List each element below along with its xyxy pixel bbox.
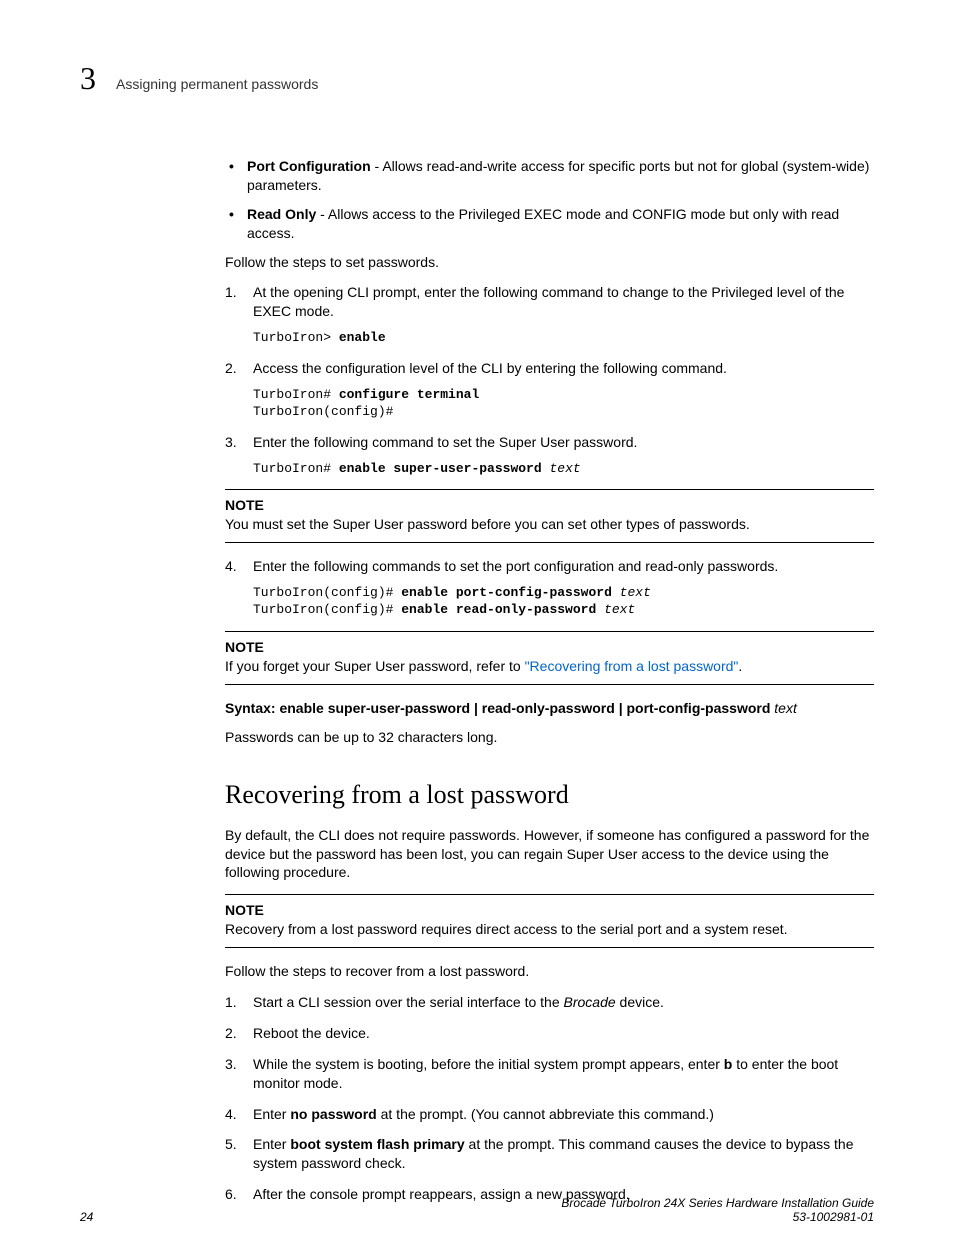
chapter-number: 3 — [80, 60, 96, 97]
page-header: 3 Assigning permanent passwords — [80, 60, 874, 97]
note-block: NOTE You must set the Super User passwor… — [225, 489, 874, 543]
step-text: At the opening CLI prompt, enter the fol… — [253, 284, 844, 319]
password-steps-cont: Enter the following commands to set the … — [225, 557, 874, 619]
section-heading: Recovering from a lost password — [225, 777, 874, 812]
code-block: TurboIron(config)# enable port-config-pa… — [253, 584, 874, 619]
list-item: Port Configuration - Allows read-and-wri… — [225, 157, 874, 195]
list-item: Read Only - Allows access to the Privile… — [225, 205, 874, 243]
step: Enter boot system flash primary at the p… — [225, 1135, 874, 1173]
privilege-bullet-list: Port Configuration - Allows read-and-wri… — [225, 157, 874, 243]
paragraph: Passwords can be up to 32 characters lon… — [225, 728, 874, 747]
note-text: You must set the Super User password bef… — [225, 515, 874, 534]
step: Access the configuration level of the CL… — [225, 359, 874, 421]
note-label: NOTE — [225, 496, 874, 515]
step-text: Enter the following commands to set the … — [253, 558, 778, 574]
paragraph: By default, the CLI does not require pas… — [225, 826, 874, 883]
step: Enter the following commands to set the … — [225, 557, 874, 619]
note-block: NOTE If you forget your Super User passw… — [225, 631, 874, 685]
doc-number: 53-1002981-01 — [561, 1210, 874, 1224]
step: Reboot the device. — [225, 1024, 874, 1043]
running-header: Assigning permanent passwords — [116, 76, 318, 92]
intro-paragraph: Follow the steps to set passwords. — [225, 253, 874, 272]
note-label: NOTE — [225, 638, 874, 657]
code-block: TurboIron> enable — [253, 329, 874, 347]
step: Start a CLI session over the serial inte… — [225, 993, 874, 1012]
step: Enter the following command to set the S… — [225, 433, 874, 477]
paragraph: Follow the steps to recover from a lost … — [225, 962, 874, 981]
term: Read Only — [247, 206, 316, 222]
page-number: 24 — [80, 1210, 93, 1224]
term: Port Configuration — [247, 158, 371, 174]
step: At the opening CLI prompt, enter the fol… — [225, 283, 874, 346]
step-text: Access the configuration level of the CL… — [253, 360, 727, 376]
footer-doc-info: Brocade TurboIron 24X Series Hardware In… — [561, 1196, 874, 1224]
page: 3 Assigning permanent passwords Port Con… — [0, 0, 954, 1256]
step-text: Enter the following command to set the S… — [253, 434, 637, 450]
note-text: Recovery from a lost password requires d… — [225, 920, 874, 939]
recovery-steps: Start a CLI session over the serial inte… — [225, 993, 874, 1204]
cross-reference-link[interactable]: "Recovering from a lost password" — [525, 658, 739, 674]
main-content: Port Configuration - Allows read-and-wri… — [225, 157, 874, 1204]
code-block: TurboIron# configure terminal TurboIron(… — [253, 386, 874, 421]
step: While the system is booting, before the … — [225, 1055, 874, 1093]
syntax-line: Syntax: enable super-user-password | rea… — [225, 699, 874, 718]
note-label: NOTE — [225, 901, 874, 920]
desc: - Allows access to the Privileged EXEC m… — [247, 206, 839, 241]
note-text: If you forget your Super User password, … — [225, 657, 874, 676]
doc-title: Brocade TurboIron 24X Series Hardware In… — [561, 1196, 874, 1210]
password-steps: At the opening CLI prompt, enter the fol… — [225, 283, 874, 477]
step: Enter no password at the prompt. (You ca… — [225, 1105, 874, 1124]
page-footer: 24 Brocade TurboIron 24X Series Hardware… — [80, 1196, 874, 1224]
code-block: TurboIron# enable super-user-password te… — [253, 460, 874, 478]
note-block: NOTE Recovery from a lost password requi… — [225, 894, 874, 948]
